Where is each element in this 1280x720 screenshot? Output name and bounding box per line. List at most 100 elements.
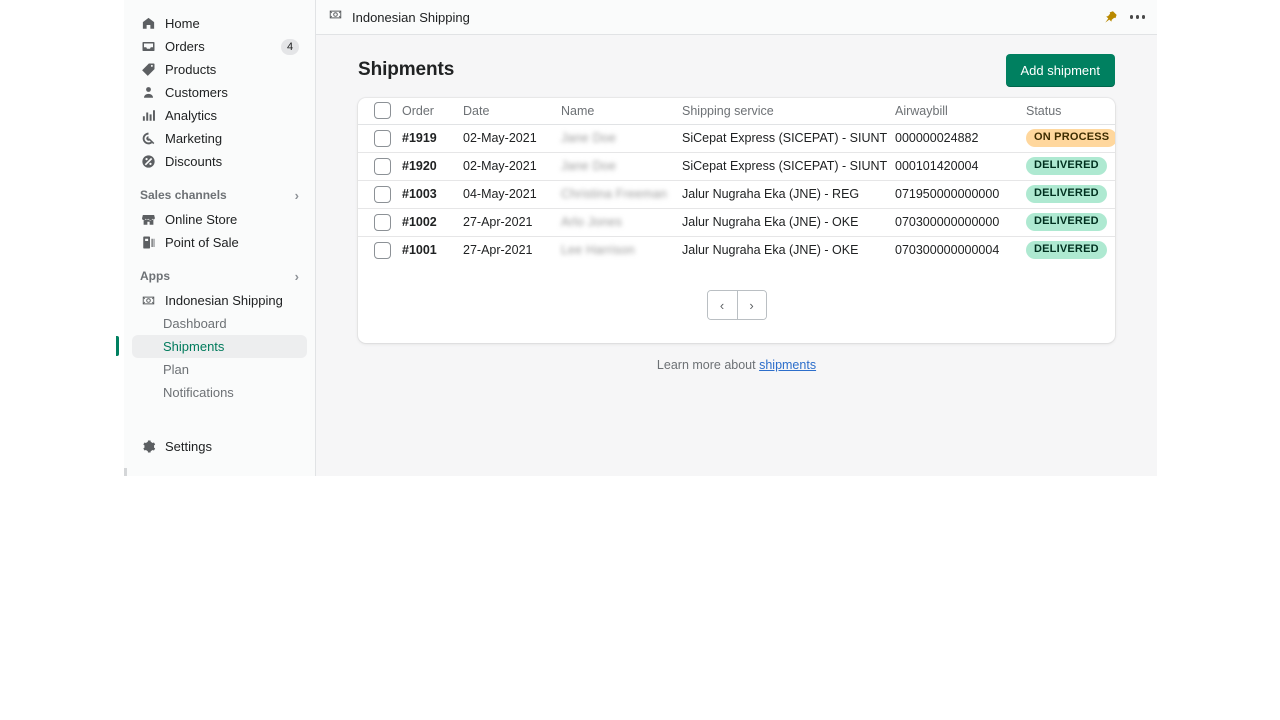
cell-name: Jane Doe — [561, 124, 682, 152]
cell-airwaybill: 000000024882 — [895, 124, 1026, 152]
cell-name: Jane Doe — [561, 152, 682, 180]
pagination-group: ‹ › — [707, 290, 767, 320]
cell-order: #1003 — [402, 180, 463, 208]
sidebar-item-label: Customers — [165, 81, 299, 104]
row-checkbox[interactable] — [374, 242, 391, 259]
table-row[interactable]: #1920 02-May-2021 Jane Doe SiCepat Expre… — [358, 152, 1115, 180]
column-header-shipping-service: Shipping service — [682, 98, 895, 124]
cell-status: DELIVERED — [1026, 208, 1115, 236]
row-select-cell — [358, 152, 402, 180]
topbar-actions — [1104, 10, 1146, 24]
sidebar-subitem-plan[interactable]: Plan — [132, 358, 307, 381]
add-shipment-button[interactable]: Add shipment — [1006, 54, 1116, 87]
row-select-cell — [358, 180, 402, 208]
storefront-icon — [140, 212, 156, 228]
sidebar-item-label: Indonesian Shipping — [165, 289, 299, 312]
sidebar-item-customers[interactable]: Customers — [132, 81, 307, 104]
sidebar-item-point-of-sale[interactable]: Point of Sale — [132, 231, 307, 254]
cell-date: 27-Apr-2021 — [463, 236, 561, 264]
sidebar: Home Orders 4 Products Customers A — [124, 0, 316, 476]
orders-inbox-icon — [140, 39, 156, 55]
redacted-customer-name: Jane Doe — [561, 159, 616, 173]
row-select-cell — [358, 236, 402, 264]
row-checkbox[interactable] — [374, 186, 391, 203]
sidebar-item-discounts[interactable]: Discounts — [132, 150, 307, 173]
package-icon — [140, 293, 156, 309]
sidebar-subitem-label: Dashboard — [163, 316, 227, 331]
more-horizontal-icon[interactable] — [1130, 15, 1146, 19]
sidebar-item-label: Home — [165, 12, 299, 35]
redacted-customer-name: Jane Doe — [561, 131, 616, 145]
sidebar-item-label: Online Store — [165, 208, 299, 231]
pagination: ‹ › — [358, 264, 1115, 320]
sidebar-item-products[interactable]: Products — [132, 58, 307, 81]
row-checkbox[interactable] — [374, 130, 391, 147]
sidebar-subitem-shipments[interactable]: Shipments — [132, 335, 307, 358]
cell-status: DELIVERED — [1026, 236, 1115, 264]
sidebar-item-label: Point of Sale — [165, 231, 299, 254]
cell-shipping-service: Jalur Nugraha Eka (JNE) - OKE — [682, 208, 895, 236]
sidebar-item-label: Settings — [165, 435, 299, 458]
sidebar-item-settings[interactable]: Settings — [132, 435, 307, 458]
pagination-prev-button[interactable]: ‹ — [708, 291, 737, 319]
row-checkbox[interactable] — [374, 214, 391, 231]
sidebar-section-sales-channels[interactable]: Sales channels › — [132, 185, 307, 205]
cell-date: 27-Apr-2021 — [463, 208, 561, 236]
megaphone-target-icon — [140, 131, 156, 147]
bar-chart-icon — [140, 108, 156, 124]
page-header: Shipments Add shipment — [358, 52, 1115, 88]
row-checkbox[interactable] — [374, 158, 391, 175]
sidebar-item-label: Orders — [165, 35, 281, 58]
cell-name: Arlo Jones — [561, 208, 682, 236]
sidebar-subitem-dashboard[interactable]: Dashboard — [132, 312, 307, 335]
learn-more-text: Learn more about — [657, 358, 756, 372]
cell-date: 02-May-2021 — [463, 152, 561, 180]
section-title: Apps — [140, 269, 295, 283]
status-badge: DELIVERED — [1026, 185, 1107, 203]
cell-date: 04-May-2021 — [463, 180, 561, 208]
table-body: #1919 02-May-2021 Jane Doe SiCepat Expre… — [358, 124, 1115, 264]
cell-status: ON PROCESS — [1026, 124, 1115, 152]
cell-shipping-service: SiCepat Express (SICEPAT) - SIUNT — [682, 124, 895, 152]
sidebar-item-home[interactable]: Home — [132, 12, 307, 35]
cell-status: DELIVERED — [1026, 180, 1115, 208]
cell-status: DELIVERED — [1026, 152, 1115, 180]
shipments-help-link[interactable]: shipments — [759, 358, 816, 372]
sidebar-item-online-store[interactable]: Online Store — [132, 208, 307, 231]
table-row[interactable]: #1003 04-May-2021 Christina Freeman Jalu… — [358, 180, 1115, 208]
status-badge: DELIVERED — [1026, 241, 1107, 259]
topbar-app-name: Indonesian Shipping — [352, 10, 470, 25]
redacted-customer-name: Arlo Jones — [561, 215, 622, 229]
chevron-right-icon[interactable]: › — [295, 188, 299, 203]
sidebar-item-indonesian-shipping[interactable]: Indonesian Shipping — [132, 289, 307, 312]
sidebar-item-analytics[interactable]: Analytics — [132, 104, 307, 127]
orders-count-badge: 4 — [281, 39, 299, 55]
app-root: Home Orders 4 Products Customers A — [0, 0, 1280, 720]
sidebar-item-marketing[interactable]: Marketing — [132, 127, 307, 150]
select-all-checkbox[interactable] — [374, 102, 391, 119]
sidebar-subitem-notifications[interactable]: Notifications — [132, 381, 307, 404]
cell-name: Lee Harrison — [561, 236, 682, 264]
table-header-row: Order Date Name Shipping service Airwayb… — [358, 98, 1115, 124]
sidebar-subitem-label: Plan — [163, 362, 189, 377]
gear-icon — [140, 439, 156, 455]
cell-shipping-service: Jalur Nugraha Eka (JNE) - REG — [682, 180, 895, 208]
pagination-next-button[interactable]: › — [737, 291, 766, 319]
main-content: Shipments Add shipment Order Date Name S… — [316, 35, 1157, 476]
cell-shipping-service: SiCepat Express (SICEPAT) - SIUNT — [682, 152, 895, 180]
table-row[interactable]: #1001 27-Apr-2021 Lee Harrison Jalur Nug… — [358, 236, 1115, 264]
table-row[interactable]: #1919 02-May-2021 Jane Doe SiCepat Expre… — [358, 124, 1115, 152]
column-header-order: Order — [402, 98, 463, 124]
sidebar-item-orders[interactable]: Orders 4 — [132, 35, 307, 58]
row-select-cell — [358, 124, 402, 152]
column-header-status: Status — [1026, 98, 1115, 124]
pin-icon[interactable] — [1104, 10, 1118, 24]
table-row[interactable]: #1002 27-Apr-2021 Arlo Jones Jalur Nugra… — [358, 208, 1115, 236]
sidebar-item-label: Analytics — [165, 104, 299, 127]
shipments-table: Order Date Name Shipping service Airwayb… — [358, 98, 1115, 264]
section-title: Sales channels — [140, 188, 295, 202]
sidebar-section-apps[interactable]: Apps › — [132, 266, 307, 286]
active-item-indicator — [116, 336, 119, 356]
chevron-right-icon[interactable]: › — [295, 269, 299, 284]
status-badge: ON PROCESS — [1026, 129, 1115, 147]
